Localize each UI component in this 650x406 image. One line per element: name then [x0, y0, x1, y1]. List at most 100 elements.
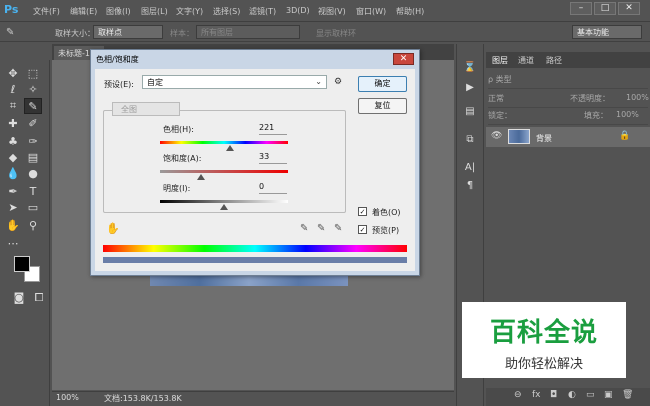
- move-tool-icon[interactable]: ✥: [4, 66, 22, 82]
- saturation-label: 饱和度(A):: [163, 154, 202, 163]
- screen-mode-icon[interactable]: ⧠: [30, 290, 48, 306]
- ok-button[interactable]: 确定: [358, 76, 407, 92]
- clone-stamp-icon[interactable]: ♣: [4, 134, 22, 150]
- healing-brush-icon[interactable]: ✚: [4, 116, 22, 132]
- dialog-close-button[interactable]: ✕: [393, 53, 414, 65]
- photoshop-logo: Ps: [4, 3, 19, 16]
- layer-name[interactable]: 背景: [536, 133, 552, 144]
- adjustments-icon[interactable]: ▤: [461, 104, 479, 120]
- eyedropper-plus-icon[interactable]: ✎: [317, 223, 325, 234]
- eye-icon[interactable]: 👁: [491, 131, 502, 141]
- hue-slider-thumb[interactable]: [226, 145, 235, 151]
- crop-tool-icon[interactable]: ⌗: [4, 98, 22, 114]
- gear-icon[interactable]: ⚙: [334, 77, 342, 87]
- mask-icon[interactable]: ◘: [550, 390, 557, 400]
- link-layers-icon[interactable]: ⊖: [514, 390, 522, 400]
- eraser-tool-icon[interactable]: ◆: [4, 150, 22, 166]
- hand-tool-icon[interactable]: ✋: [4, 218, 22, 234]
- fx-icon[interactable]: fx: [532, 390, 541, 400]
- tab-paths[interactable]: 路径: [546, 55, 562, 66]
- opacity-value[interactable]: 100%: [626, 93, 649, 102]
- eyedropper-tool-icon[interactable]: ✎: [24, 98, 42, 114]
- tab-layers[interactable]: 图层: [492, 55, 508, 66]
- eyedropper-tool-icon[interactable]: ✎: [6, 27, 14, 38]
- lasso-tool-icon[interactable]: ℓ: [4, 82, 22, 98]
- new-layer-icon[interactable]: ▣: [604, 390, 613, 400]
- fill-value[interactable]: 100%: [616, 110, 639, 119]
- hue-value[interactable]: 221: [259, 123, 287, 135]
- path-select-icon[interactable]: ➤: [4, 200, 22, 216]
- saturation-slider-track[interactable]: [160, 170, 288, 173]
- menu-item-0[interactable]: 文件(F): [33, 6, 60, 17]
- saturation-slider-thumb[interactable]: [196, 174, 205, 180]
- brush-tool-icon[interactable]: ✐: [24, 116, 42, 132]
- adjustment-layer-icon[interactable]: ◐: [568, 390, 576, 400]
- lightness-slider-track[interactable]: [160, 200, 288, 203]
- colorize-label[interactable]: 着色(O): [372, 207, 401, 218]
- lock-icon: 🔒: [619, 131, 631, 141]
- menu-item-10[interactable]: 帮助(H): [396, 6, 424, 17]
- preview-label[interactable]: 预览(P): [372, 225, 399, 236]
- show-ring-checkbox[interactable]: 显示取样环: [316, 28, 356, 39]
- preset-select[interactable]: 自定 ⌄: [142, 75, 327, 89]
- sample-size-label: 取样大小：: [55, 29, 95, 38]
- marquee-tool-icon[interactable]: ⬚: [24, 66, 42, 82]
- saturation-value[interactable]: 33: [259, 152, 287, 164]
- menu-item-6[interactable]: 滤镜(T): [249, 6, 276, 17]
- zoom-tool-icon[interactable]: ⚲: [24, 218, 42, 234]
- restore-button[interactable]: □: [594, 2, 616, 15]
- gradient-tool-icon[interactable]: ▤: [24, 150, 42, 166]
- menu-item-3[interactable]: 图层(L): [141, 6, 168, 17]
- history-icon[interactable]: ⌛: [461, 60, 479, 76]
- blend-mode-select[interactable]: 正常: [488, 94, 504, 103]
- layer-kind-filter[interactable]: ρ 类型: [488, 74, 648, 89]
- menu-item-2[interactable]: 图像(I): [106, 6, 131, 17]
- character-icon[interactable]: A|: [461, 160, 479, 176]
- menu-item-7[interactable]: 3D(D): [286, 6, 310, 15]
- history-brush-icon[interactable]: ✑: [24, 134, 42, 150]
- minimize-button[interactable]: –: [570, 2, 592, 15]
- channel-group-box: [103, 110, 346, 213]
- colorize-checkbox[interactable]: ✓: [358, 207, 367, 216]
- lightness-value[interactable]: 0: [259, 182, 287, 194]
- eyedropper-icon[interactable]: ✎: [300, 223, 308, 234]
- pen-tool-icon[interactable]: ✒: [4, 184, 22, 200]
- foreground-color-swatch[interactable]: [14, 256, 30, 272]
- dialog-title: 色相/饱和度: [96, 55, 139, 64]
- workspace-select[interactable]: 基本功能: [572, 25, 642, 39]
- lightness-slider-thumb[interactable]: [220, 204, 228, 210]
- hand-adjust-icon[interactable]: ✋: [106, 222, 120, 235]
- sample-size-select[interactable]: 取样点: [93, 25, 163, 39]
- blur-tool-icon[interactable]: 💧: [4, 166, 22, 182]
- type-tool-icon[interactable]: T: [24, 184, 42, 200]
- output-color-bar: [103, 257, 407, 263]
- menu-item-9[interactable]: 窗口(W): [356, 6, 386, 17]
- shape-tool-icon[interactable]: ▭: [24, 200, 42, 216]
- lock-row: 锁定： 填充： 100%: [488, 110, 648, 125]
- menu-item-5[interactable]: 选择(S): [213, 6, 240, 17]
- layer-thumbnail: [508, 129, 530, 144]
- trash-icon[interactable]: 🗑: [622, 390, 633, 400]
- menu-item-4[interactable]: 文字(Y): [176, 6, 203, 17]
- channel-select[interactable]: 全图: [112, 102, 180, 116]
- dodge-tool-icon[interactable]: ●: [24, 166, 42, 182]
- reset-button[interactable]: 复位: [358, 98, 407, 114]
- preview-checkbox[interactable]: ✓: [358, 225, 367, 234]
- quick-mask-icon[interactable]: ◙: [10, 290, 28, 306]
- magic-wand-tool-icon[interactable]: ✧: [24, 82, 42, 98]
- sample-select[interactable]: 所有图层: [196, 25, 300, 39]
- paragraph-icon[interactable]: ¶: [461, 178, 479, 194]
- close-window-button[interactable]: ✕: [618, 2, 640, 15]
- lock-label: 锁定：: [488, 111, 512, 120]
- zoom-level[interactable]: 100%: [56, 393, 79, 402]
- menu-item-1[interactable]: 编辑(E): [70, 6, 97, 17]
- play-action-icon[interactable]: ▶: [461, 80, 479, 96]
- clone-source-icon[interactable]: ⧉: [461, 132, 479, 148]
- tab-channels[interactable]: 通道: [518, 55, 534, 66]
- kind-filter-label: ρ 类型: [488, 75, 512, 84]
- group-icon[interactable]: ▭: [586, 390, 595, 400]
- eyedropper-minus-icon[interactable]: ✎: [334, 223, 342, 234]
- menu-item-8[interactable]: 视图(V): [318, 6, 346, 17]
- more-tools-icon[interactable]: ⋯: [4, 236, 22, 252]
- hue-slider-track[interactable]: [160, 141, 288, 144]
